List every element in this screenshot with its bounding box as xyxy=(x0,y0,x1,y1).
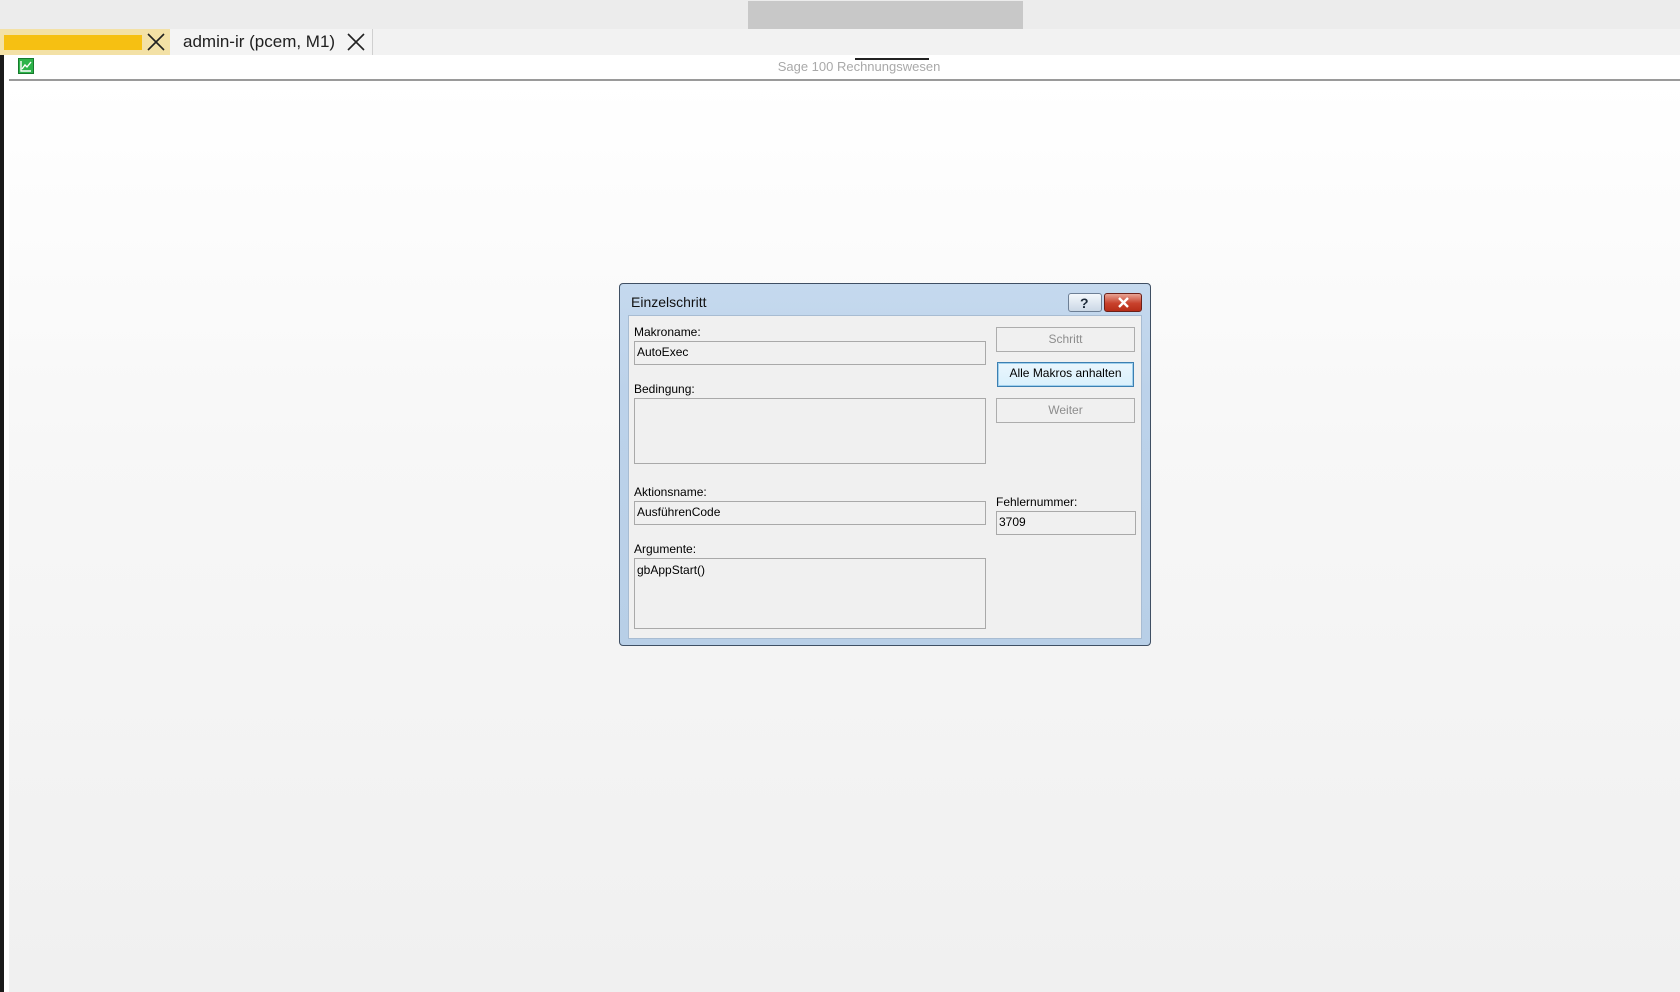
redacted-tab-label xyxy=(4,35,142,50)
help-button[interactable]: ? xyxy=(1068,293,1102,312)
svg-text:?: ? xyxy=(1080,295,1089,310)
macro-name-label: Makroname: xyxy=(634,325,701,339)
dialog-title: Einzelschritt xyxy=(631,294,707,310)
single-step-dialog: Einzelschritt ? Makroname: AutoExec Bedi… xyxy=(619,283,1151,646)
condition-field[interactable] xyxy=(634,398,986,464)
close-icon[interactable] xyxy=(346,32,366,52)
title-overline xyxy=(855,58,929,60)
close-button[interactable] xyxy=(1104,293,1142,312)
close-icon[interactable] xyxy=(146,32,166,52)
step-button[interactable]: Schritt xyxy=(996,327,1135,352)
macro-name-field[interactable]: AutoExec xyxy=(634,341,986,365)
action-name-label: Aktionsname: xyxy=(634,485,707,499)
action-name-field[interactable]: AusführenCode xyxy=(634,501,986,525)
window-left-border xyxy=(0,55,9,992)
tab-bar: admin-ir (pcem, M1) xyxy=(0,29,1680,56)
arguments-field[interactable]: gbAppStart() xyxy=(634,558,986,629)
tab-label: admin-ir (pcem, M1) xyxy=(183,32,336,51)
arguments-label: Argumente: xyxy=(634,542,697,556)
stop-all-macros-button[interactable]: Alle Makros anhalten xyxy=(997,362,1134,387)
tab-redacted[interactable] xyxy=(0,29,170,55)
title-placeholder xyxy=(748,1,1023,31)
error-number-label: Fehlernummer: xyxy=(996,495,1078,509)
dialog-body: Makroname: AutoExec Bedingung: Aktionsna… xyxy=(628,315,1142,639)
tab-admin-ir[interactable]: admin-ir (pcem, M1) xyxy=(170,29,373,55)
app-title-bar: Sage 100 Rechnungswesen xyxy=(9,55,1680,81)
error-number-field[interactable]: 3709 xyxy=(996,511,1136,535)
app-title: Sage 100 Rechnungswesen xyxy=(777,59,941,74)
condition-label: Bedingung: xyxy=(634,382,695,396)
continue-button[interactable]: Weiter xyxy=(996,398,1135,423)
top-bar xyxy=(0,0,1680,31)
